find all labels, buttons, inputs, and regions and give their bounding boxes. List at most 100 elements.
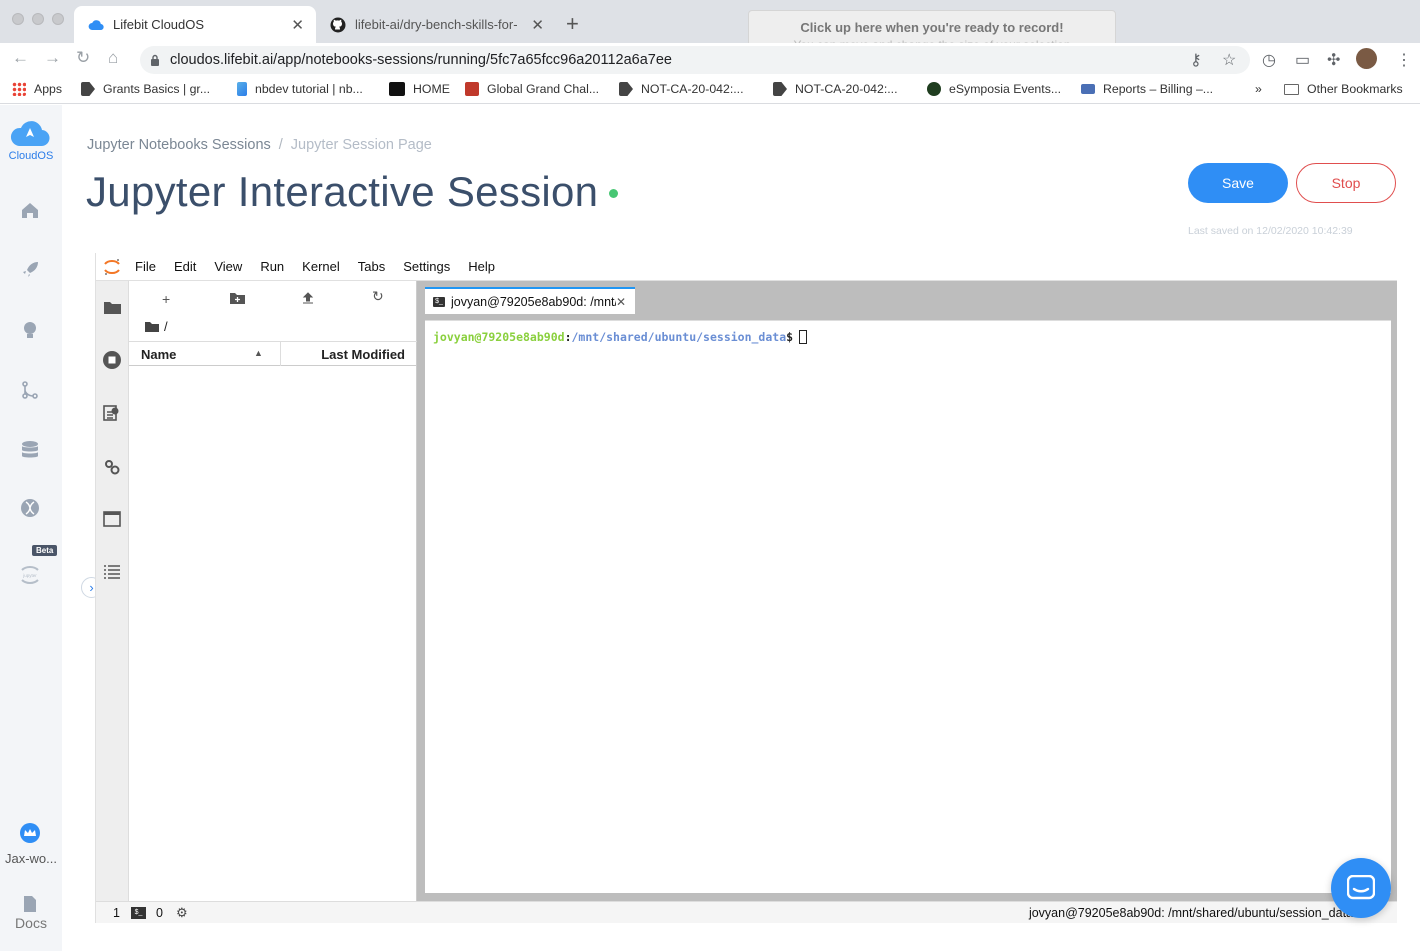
commands-palette-icon[interactable] (102, 403, 122, 423)
extensions-puzzle-icon[interactable]: ✣ (1327, 50, 1340, 70)
menu-help[interactable]: Help (468, 259, 495, 274)
workspace-crown-icon[interactable] (18, 821, 42, 845)
docs-link[interactable]: Docs (0, 915, 62, 931)
logo-text: CloudOS (8, 150, 54, 162)
menu-edit[interactable]: Edit (174, 259, 196, 274)
breadcrumb-current: Jupyter Session Page (290, 137, 432, 153)
refresh-icon[interactable]: ↻ (372, 288, 384, 305)
close-icon[interactable]: ✕ (291, 16, 304, 34)
database-icon[interactable] (18, 438, 42, 462)
terminal-tab[interactable]: $_ jovyan@79205e8ab90d: /mnt/shared/ubun… (425, 287, 635, 314)
cloudos-logo-icon[interactable] (8, 117, 52, 149)
app-sidenav: CloudOS Beta jupyter Jax-wo... Docs (0, 105, 62, 951)
bookmark-item[interactable]: NOT-CA-20-042:... (773, 82, 898, 96)
file-browser-path[interactable]: / (145, 319, 168, 334)
forward-arrow-icon[interactable]: → (44, 48, 61, 68)
browser-tab-strip: Lifebit CloudOS ✕ lifebit-ai/dry-bench-s… (0, 0, 1420, 60)
workspace-label[interactable]: Jax-wo... (0, 851, 62, 866)
browser-tab-label: Lifebit CloudOS (113, 17, 205, 32)
github-icon (330, 17, 346, 33)
bookmark-apps[interactable]: Apps (12, 82, 62, 96)
jupyter-main-area: $_ jovyan@79205e8ab90d: /mnt/shared/ubun… (417, 281, 1397, 901)
menu-settings[interactable]: Settings (403, 259, 450, 274)
home-icon[interactable]: ⌂ (108, 48, 118, 68)
table-of-contents-icon[interactable] (102, 562, 122, 582)
jupyter-icon[interactable]: jupyter (18, 563, 42, 587)
dna-globe-icon[interactable] (18, 496, 42, 520)
page-title: Jupyter Interactive Session (86, 168, 599, 215)
kernels-count[interactable]: 0 (156, 906, 163, 920)
document-icon[interactable] (18, 892, 42, 916)
window-minimize-control[interactable] (32, 13, 44, 25)
chat-launcher-button[interactable] (1331, 858, 1391, 918)
bookmark-item[interactable]: HOME (389, 82, 450, 96)
running-stop-icon[interactable] (102, 350, 122, 370)
prompt-colon: : (564, 330, 572, 344)
window-zoom-control[interactable] (52, 13, 64, 25)
kebab-menu-icon[interactable]: ⋮ (1396, 50, 1412, 70)
upload-icon[interactable] (302, 291, 314, 307)
bookmark-item[interactable]: Grants Basics | gr... (81, 82, 210, 96)
new-folder-icon[interactable] (230, 291, 245, 307)
other-bookmarks-folder[interactable]: Other Bookmarks (1284, 82, 1403, 96)
column-name[interactable]: Name (141, 347, 176, 362)
key-icon[interactable]: ⚷ (1190, 50, 1202, 70)
window-close-control[interactable] (12, 13, 24, 25)
cloud-icon (88, 17, 104, 33)
bookmark-page-icon (1081, 84, 1095, 94)
column-last-modified[interactable]: Last Modified (280, 342, 417, 366)
bookmark-item[interactable]: Reports – Billing –... (1081, 82, 1213, 96)
status-terminal-path: jovyan@79205e8ab90d: /mnt/shared/ubuntu/… (1028, 906, 1353, 920)
jupyter-menubar: File Edit View Run Kernel Tabs Settings … (96, 253, 1397, 281)
back-arrow-icon[interactable]: ← (12, 48, 29, 68)
stop-button[interactable]: Stop (1296, 163, 1396, 203)
pipeline-icon[interactable] (18, 378, 42, 402)
menu-run[interactable]: Run (260, 259, 284, 274)
lightbulb-icon[interactable] (18, 318, 42, 342)
bookmark-item[interactable]: eSymposia Events... (927, 82, 1061, 96)
terminal-console[interactable]: jovyan@79205e8ab90d:/mnt/shared/ubuntu/s… (425, 320, 1391, 893)
bookmark-item[interactable]: Global Grand Chal... (465, 82, 599, 96)
breadcrumb-notebooks-sessions[interactable]: Jupyter Notebooks Sessions (87, 137, 271, 153)
star-icon[interactable]: ☆ (1222, 50, 1236, 70)
bookmarks-bar: Apps Grants Basics | gr... nbdev tutoria… (0, 76, 1420, 104)
bookmarks-overflow-button[interactable]: » (1255, 82, 1262, 96)
save-button[interactable]: Save (1188, 163, 1288, 203)
bookmark-page-icon (389, 82, 405, 96)
bookmark-label: NOT-CA-20-042:... (641, 82, 744, 96)
bookmark-label: NOT-CA-20-042:... (795, 82, 898, 96)
bookmark-label: Apps (34, 82, 63, 96)
bookmark-item[interactable]: nbdev tutorial | nb... (237, 82, 363, 96)
new-tab-icon[interactable]: + (566, 11, 579, 37)
new-launcher-icon[interactable]: + (162, 291, 170, 307)
menu-kernel[interactable]: Kernel (302, 259, 340, 274)
menu-view[interactable]: View (214, 259, 242, 274)
close-icon[interactable]: ✕ (531, 16, 544, 34)
address-bar[interactable]: cloudos.lifebit.ai/app/notebooks-session… (140, 46, 1250, 74)
bookmark-page-icon (619, 82, 633, 96)
bookmarks-overflow-label: » (1255, 82, 1262, 96)
terminals-count[interactable]: 1 (113, 906, 120, 920)
menu-file[interactable]: File (135, 259, 156, 274)
property-inspector-gears-icon[interactable] (102, 457, 122, 477)
history-clock-icon[interactable]: ◷ (1262, 50, 1276, 70)
rocket-icon[interactable] (18, 258, 42, 282)
browser-tab-github[interactable]: lifebit-ai/dry-bench-skills-for- ✕ (316, 6, 556, 43)
other-bookmarks-label: Other Bookmarks (1307, 82, 1403, 96)
session-status-dot (609, 189, 618, 198)
bookmark-item[interactable]: NOT-CA-20-042:... (619, 82, 744, 96)
beta-badge: Beta (32, 545, 58, 556)
breadcrumb: Jupyter Notebooks Sessions / Jupyter Sessi… (87, 137, 432, 153)
url-text: cloudos.lifebit.ai/app/notebooks-session… (170, 52, 672, 68)
reload-icon[interactable]: ↻ (76, 48, 90, 68)
home-icon[interactable] (18, 198, 42, 222)
sort-ascending-icon[interactable]: ▲ (254, 348, 263, 358)
folder-icon[interactable] (102, 297, 122, 317)
menu-tabs[interactable]: Tabs (358, 259, 385, 274)
terminal-cursor (799, 330, 808, 344)
profile-avatar[interactable] (1356, 48, 1377, 69)
reading-list-icon[interactable]: ▭ (1295, 50, 1310, 70)
open-tabs-icon[interactable] (102, 509, 122, 529)
close-icon[interactable]: ✕ (616, 295, 626, 309)
browser-tab-cloudos[interactable]: Lifebit CloudOS ✕ (74, 6, 316, 43)
